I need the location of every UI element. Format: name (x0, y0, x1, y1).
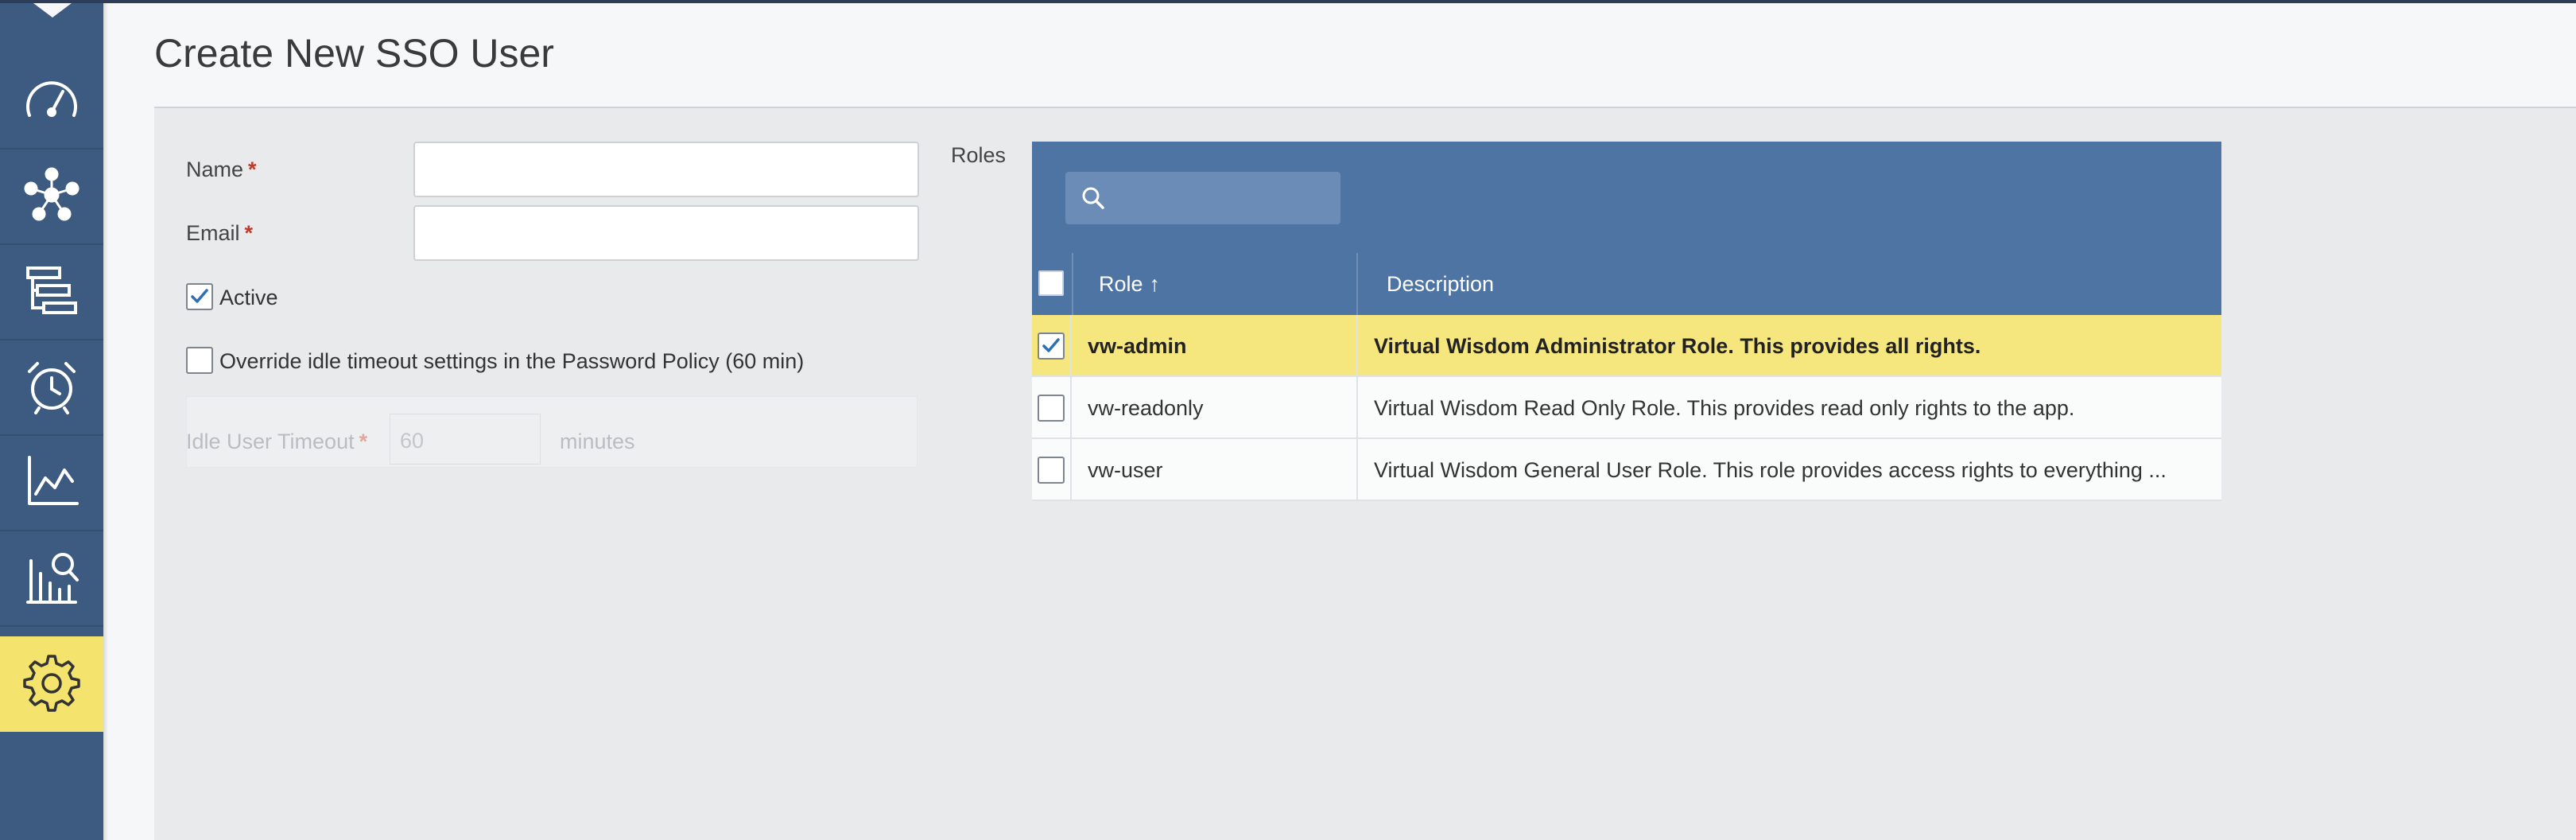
row-checkbox-cell (1032, 439, 1072, 501)
name-label-text: Name (186, 158, 244, 181)
active-label: Active (219, 286, 278, 309)
table-row[interactable]: vw-user Virtual Wisdom General User Role… (1032, 439, 2221, 501)
sidebar-item-entities[interactable] (0, 245, 103, 340)
row-checkbox[interactable] (1038, 457, 1065, 484)
name-label: Name * (186, 158, 257, 182)
idle-timeout-input[interactable]: 60 (390, 414, 541, 465)
roles-table-header: Role ↑ Description (1032, 142, 2221, 315)
sidebar-shadow (103, 3, 108, 840)
column-header-role[interactable]: Role ↑ (1099, 253, 1160, 315)
select-all-checkbox[interactable] (1038, 270, 1064, 296)
gear-icon (20, 650, 83, 718)
column-divider (1356, 253, 1358, 315)
cell-divider (1356, 315, 1358, 377)
required-marker: * (359, 430, 368, 453)
row-checkbox[interactable] (1038, 395, 1065, 422)
alarm-clock-icon (20, 354, 83, 422)
roles-search-input[interactable] (1065, 172, 1340, 224)
required-marker: * (248, 158, 257, 181)
top-border (0, 0, 2576, 3)
column-divider (1072, 253, 1073, 315)
sidebar-notch (33, 3, 72, 18)
checkmark-icon (1042, 338, 1060, 352)
table-row[interactable]: vw-readonly Virtual Wisdom Read Only Rol… (1032, 377, 2221, 439)
table-row[interactable]: vw-admin Virtual Wisdom Administrator Ro… (1032, 315, 2221, 377)
required-marker: * (244, 221, 254, 245)
role-description: Virtual Wisdom Read Only Role. This prov… (1374, 395, 2075, 420)
page-title: Create New SSO User (154, 31, 554, 76)
row-checkbox-cell (1032, 377, 1072, 439)
column-header-description-label: Description (1387, 271, 1495, 296)
role-name: vw-user (1088, 457, 1163, 482)
analytics-search-icon (20, 545, 83, 612)
role-name: vw-admin (1088, 333, 1187, 358)
role-name: vw-readonly (1088, 395, 1204, 420)
idle-timeout-unit: minutes (560, 430, 635, 453)
entities-list-icon (20, 259, 83, 326)
column-header-description[interactable]: Description (1387, 253, 1494, 315)
dashboard-gauge-icon (20, 68, 83, 135)
sidebar-item-topology[interactable] (0, 150, 103, 245)
row-checkbox-cell (1032, 315, 1072, 377)
email-label-text: Email (186, 221, 240, 245)
idle-timeout-label: Idle User Timeout * (186, 430, 367, 454)
sidebar-item-analytics[interactable] (0, 531, 103, 627)
column-header-role-label: Role (1099, 271, 1143, 296)
search-icon (1082, 187, 1104, 209)
checkmark-icon (191, 289, 208, 303)
override-timeout-checkbox[interactable] (186, 347, 213, 374)
roles-label: Roles (951, 143, 1007, 167)
name-input[interactable] (413, 142, 919, 197)
sidebar-item-dashboard[interactable] (0, 54, 103, 150)
role-description: Virtual Wisdom General User Role. This r… (1374, 457, 2167, 482)
sidebar (0, 3, 103, 840)
cell-divider (1356, 377, 1358, 439)
trend-chart-icon (20, 449, 83, 517)
email-label: Email * (186, 221, 253, 246)
active-checkbox[interactable] (186, 283, 213, 310)
topology-icon (20, 163, 83, 231)
role-description: Virtual Wisdom Administrator Role. This … (1374, 333, 1981, 358)
override-timeout-label: Override idle timeout settings in the Pa… (219, 349, 805, 373)
idle-timeout-label-text: Idle User Timeout (186, 430, 355, 453)
email-input[interactable] (413, 205, 919, 261)
roles-table: Role ↑ Description vw-admin Virtual Wisd… (1032, 142, 2221, 501)
cell-divider (1356, 439, 1358, 501)
sidebar-item-alarms[interactable] (0, 340, 103, 436)
row-checkbox[interactable] (1038, 332, 1065, 360)
sort-ascending-icon: ↑ (1149, 271, 1161, 296)
sidebar-item-trends[interactable] (0, 436, 103, 531)
sidebar-item-settings[interactable] (0, 636, 103, 732)
